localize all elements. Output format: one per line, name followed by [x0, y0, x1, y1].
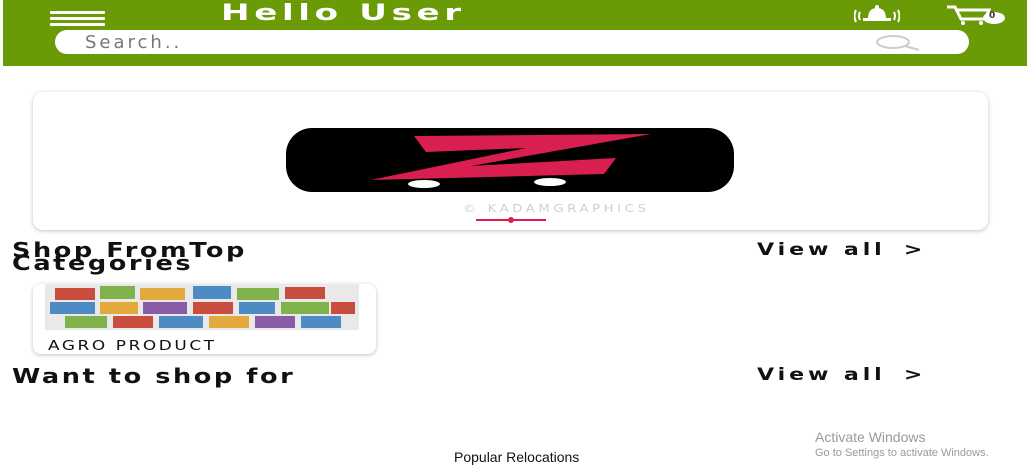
promo-banner[interactable]: © KADAMGRAPHICS: [33, 92, 988, 230]
category-card[interactable]: AGRO PRODUCT: [33, 284, 376, 354]
chevron-right-icon: >: [903, 240, 927, 260]
brand-logo-image: [286, 128, 734, 192]
view-all-shop-for-link[interactable]: View all >: [757, 365, 926, 385]
cart-button[interactable]: 0: [945, 4, 1007, 26]
popular-relocations-label: Popular Relocations: [454, 449, 580, 465]
category-label: AGRO PRODUCT: [48, 339, 217, 354]
search-bar: [55, 30, 969, 54]
category-image: [45, 284, 359, 330]
windows-activation-watermark: Activate Windows Go to Settings to activ…: [815, 429, 989, 459]
cart-count-badge: 0: [989, 11, 996, 21]
hamburger-menu-icon[interactable]: [50, 9, 106, 27]
bell-icon[interactable]: [854, 4, 900, 24]
section-title-top-categories: Shop FromTop Categories: [12, 238, 247, 275]
greeting-title: Hello User: [221, 1, 466, 26]
section-title-shop-for: Want to shop for: [12, 364, 296, 388]
banner-watermark: © KADAMGRAPHICS: [463, 202, 650, 215]
app-header: Hello User 0: [3, 0, 1027, 66]
cart-icon: [947, 5, 1005, 25]
chevron-right-icon: >: [903, 365, 927, 385]
carousel-indicator[interactable]: [476, 217, 546, 223]
search-input[interactable]: [85, 30, 845, 54]
view-all-categories-link[interactable]: View all >: [757, 240, 926, 260]
search-icon[interactable]: [865, 33, 925, 51]
